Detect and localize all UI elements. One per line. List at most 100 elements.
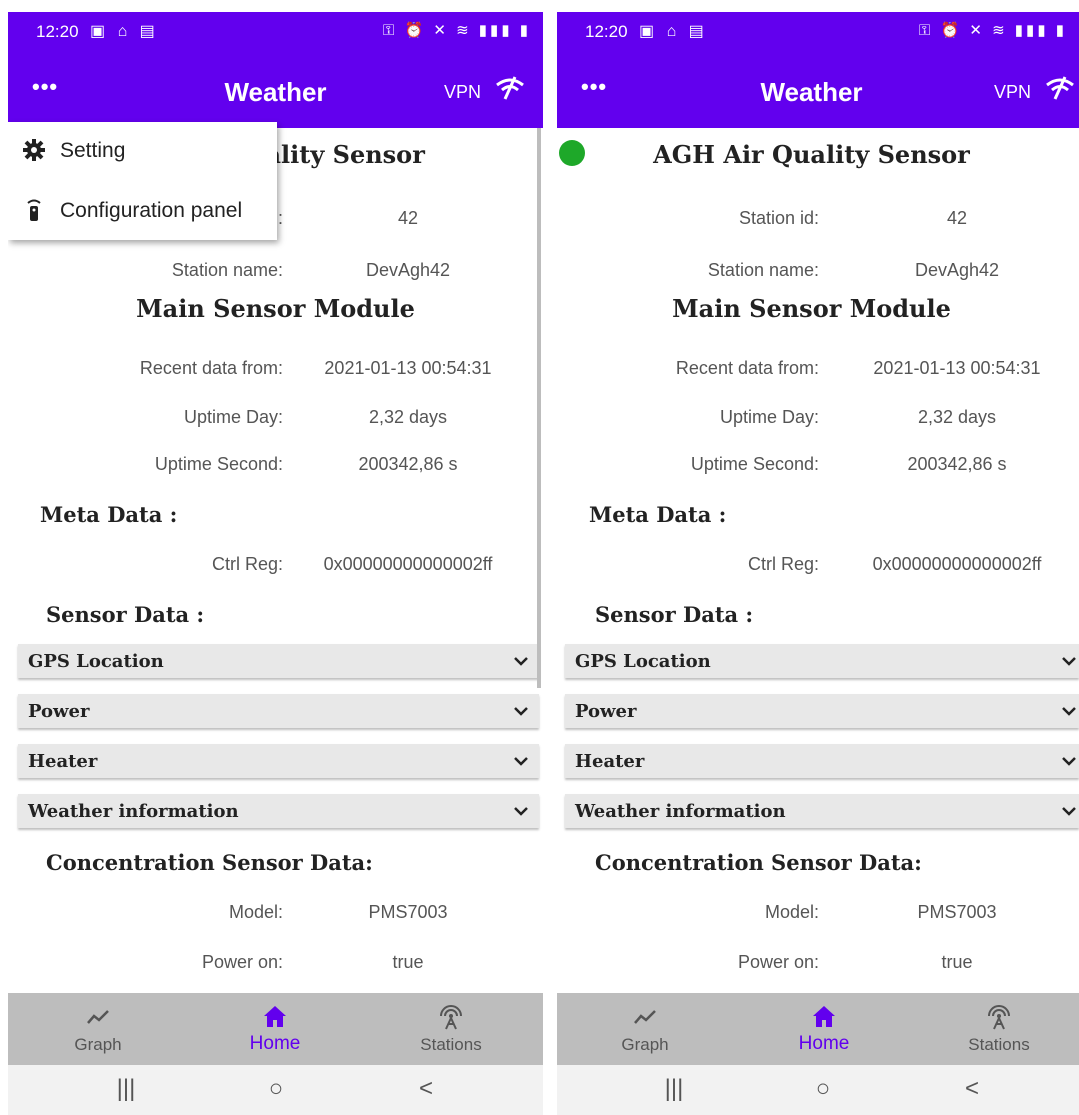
station-title: uality Sensor	[248, 140, 425, 169]
notification-icons: ▣ ⌂ ▤	[639, 23, 708, 40]
nav-graph[interactable]: Graph	[565, 993, 725, 1065]
heater-expander[interactable]: Heater	[565, 744, 1079, 778]
nav-home[interactable]: Home	[195, 993, 355, 1065]
recent-data-row: Recent data from: 2021-01-13 00:54:31	[8, 358, 543, 388]
ctrl-reg-value: 0x00000000000002ff	[323, 554, 493, 574]
home-content: AGH Air Quality Sensor Station id: 42 St…	[557, 128, 1079, 1005]
system-navigation-bar: ||| ○ <	[8, 1065, 543, 1115]
bottom-navigation: Graph Home Stations	[557, 993, 1079, 1065]
system-home-button[interactable]: ○	[236, 1075, 316, 1105]
recent-data-label: Recent data from:	[139, 358, 283, 378]
model-row: Model: PMS7003	[8, 902, 543, 932]
system-navigation-bar: ||| ○ <	[557, 1065, 1079, 1115]
home-icon	[813, 1006, 835, 1027]
uptime-day-label: Uptime Day:	[719, 407, 819, 427]
app-bar: ••• Weather VPN	[557, 52, 1079, 128]
chevron-down-icon	[1062, 707, 1076, 716]
station-name-label: Station name:	[707, 260, 819, 280]
uptime-second-value: 200342,86 s	[358, 454, 458, 474]
power-expander[interactable]: Power	[565, 694, 1079, 728]
chevron-down-icon	[1062, 757, 1076, 766]
ctrl-reg-row: Ctrl Reg: 0x00000000000002ff	[557, 554, 1079, 584]
status-bar: 12:20 ▣ ⌂ ▤ ⚿ ⏰ ✕ ≋ ▮▮▮ ▮	[8, 12, 543, 52]
station-name-value: DevAgh42	[914, 260, 1000, 280]
chevron-down-icon	[514, 757, 528, 766]
ctrl-reg-label: Ctrl Reg:	[747, 554, 819, 574]
nav-label: Stations	[968, 1035, 1030, 1054]
power-on-row: Power on: true	[557, 952, 1079, 982]
chevron-down-icon	[1062, 807, 1076, 816]
meta-data-title: Meta Data :	[40, 502, 178, 527]
power-expander[interactable]: Power	[18, 694, 539, 728]
nav-stations[interactable]: Stations	[371, 993, 531, 1065]
back-button[interactable]: <	[932, 1075, 1012, 1105]
meta-data-title: Meta Data :	[589, 502, 727, 527]
nav-label: Home	[798, 1033, 850, 1054]
app-bar: ••• Weather VPN	[8, 52, 543, 128]
uptime-day-row: Uptime Day: 2,32 days	[8, 407, 543, 437]
sensor-data-title: Sensor Data :	[595, 602, 754, 627]
station-id-label: Station id:	[738, 208, 819, 228]
chevron-down-icon	[514, 807, 528, 816]
bottom-navigation: Graph Home Stations	[8, 993, 543, 1065]
station-title: AGH Air Quality Sensor	[653, 140, 970, 169]
chevron-down-icon	[514, 707, 528, 716]
uptime-second-label: Uptime Second:	[154, 454, 283, 474]
recent-data-value: 2021-01-13 00:54:31	[873, 358, 1041, 378]
uptime-day-value: 2,32 days	[368, 407, 448, 427]
ctrl-reg-row: Ctrl Reg: 0x00000000000002ff	[8, 554, 543, 584]
scrollbar[interactable]	[537, 128, 541, 688]
recent-data-row: Recent data from: 2021-01-13 00:54:31	[557, 358, 1079, 388]
nav-graph[interactable]: Graph	[18, 993, 178, 1065]
main-module-title: Main Sensor Module	[672, 294, 951, 323]
expander-label: Power	[575, 701, 637, 722]
wifi-off-icon[interactable]	[1045, 75, 1075, 101]
power-on-label: Power on:	[201, 952, 283, 972]
home-content: uality Sensor Station id: 42 Station nam…	[8, 128, 543, 1005]
antenna-icon	[440, 1005, 462, 1030]
system-home-button[interactable]: ○	[783, 1075, 863, 1105]
nav-home[interactable]: Home	[744, 993, 904, 1065]
weather-information-expander[interactable]: Weather information	[565, 794, 1079, 828]
weather-information-expander[interactable]: Weather information	[18, 794, 539, 828]
uptime-second-label: Uptime Second:	[690, 454, 819, 474]
uptime-second-row: Uptime Second: 200342,86 s	[8, 454, 543, 484]
expander-label: GPS Location	[28, 651, 164, 672]
station-id-value: 42	[397, 208, 419, 228]
back-button[interactable]: <	[386, 1075, 466, 1105]
power-on-value: true	[941, 952, 973, 972]
gps-location-expander[interactable]: GPS Location	[18, 644, 539, 678]
model-row: Model: PMS7003	[557, 902, 1079, 932]
gps-location-expander[interactable]: GPS Location	[565, 644, 1079, 678]
model-label: Model:	[764, 902, 819, 922]
expander-label: Weather information	[28, 801, 239, 822]
model-value: PMS7003	[917, 902, 997, 922]
app-title: Weather	[760, 77, 863, 107]
recents-button[interactable]: |||	[86, 1075, 166, 1105]
expander-label: Power	[28, 701, 90, 722]
vpn-label: VPN	[993, 82, 1031, 102]
wifi-off-icon[interactable]	[495, 75, 525, 101]
overflow-popup-menu: Setting Configuration panel	[8, 122, 277, 240]
system-status-icons: ⚿ ⏰ ✕ ≋ ▮▮▮ ▮	[382, 22, 531, 39]
nav-label: Graph	[621, 1035, 669, 1054]
nav-label: Graph	[74, 1035, 122, 1054]
nav-label: Stations	[420, 1035, 482, 1054]
home-icon	[264, 1006, 286, 1027]
chevron-down-icon	[514, 657, 528, 666]
menu-item-label: Setting	[60, 139, 126, 162]
menu-item-setting[interactable]: Setting	[8, 122, 277, 180]
phone-screen-left: 12:20 ▣ ⌂ ▤ ⚿ ⏰ ✕ ≋ ▮▮▮ ▮ ••• Weather VP…	[8, 12, 543, 1115]
notification-icons: ▣ ⌂ ▤	[90, 23, 159, 40]
expander-label: Weather information	[575, 801, 786, 822]
menu-item-configuration-panel[interactable]: Configuration panel	[8, 182, 277, 240]
ctrl-reg-label: Ctrl Reg:	[211, 554, 283, 574]
station-id-row: Station id: 42	[557, 208, 1079, 238]
heater-expander[interactable]: Heater	[18, 744, 539, 778]
recent-data-label: Recent data from:	[675, 358, 819, 378]
nav-stations[interactable]: Stations	[919, 993, 1079, 1065]
power-on-value: true	[392, 952, 424, 972]
ctrl-reg-value: 0x00000000000002ff	[872, 554, 1042, 574]
recents-button[interactable]: |||	[634, 1075, 714, 1105]
recent-data-value: 2021-01-13 00:54:31	[324, 358, 492, 378]
